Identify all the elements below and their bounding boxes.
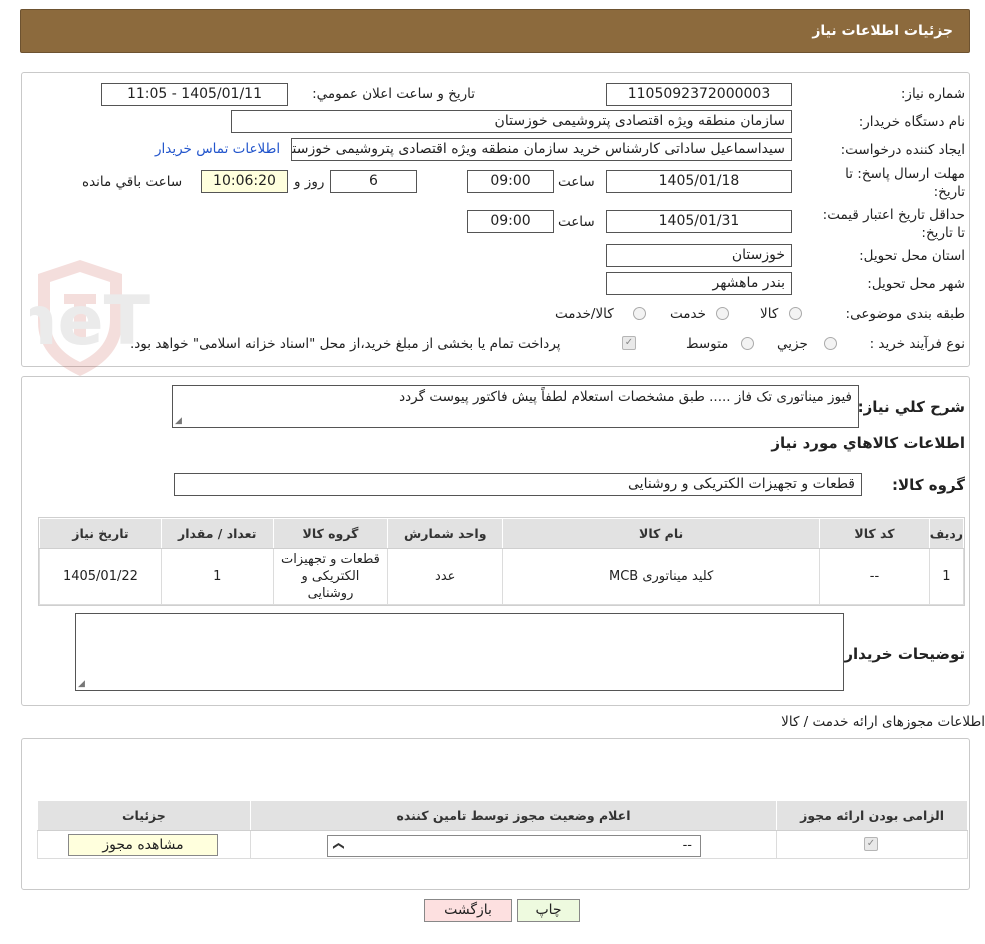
goods-info-title: اطلاعات كالاهاي مورد نياز — [771, 434, 965, 452]
view-permit-button[interactable]: مشاهده مجوز — [68, 834, 218, 856]
buyer-org-label: نام دستگاه خريدار: — [858, 114, 965, 130]
treasury-note: پرداخت تمام یا بخشی از مبلغ خرید،از محل … — [130, 336, 561, 352]
permit-status-value: -- — [682, 838, 692, 853]
process-medium-radio[interactable] — [741, 337, 754, 350]
description-textarea[interactable]: فیوز میناتوری تک فاز ..... طبق مشخصات اس… — [172, 385, 859, 428]
col-row: رديف — [928, 518, 965, 549]
permit-required-checkbox[interactable]: ✓ — [864, 837, 878, 851]
price-validity-label: حداقل تاریخ اعتبار قیمت: تا تاریخ: — [822, 207, 965, 241]
table-row: 1 -- کلید میناتوری MCB عدد قطعات و تجهیز… — [39, 548, 965, 605]
process-minor-radio[interactable] — [824, 337, 837, 350]
need-number-field[interactable]: 1105092372000003 — [606, 83, 792, 106]
page-header: جزئیات اطلاعات نیاز — [20, 9, 970, 53]
price-time-label: ساعت — [558, 214, 595, 230]
goods-group-field[interactable]: قطعات و تجهیزات الکتریکی و روشنایی — [174, 473, 862, 496]
cell-group: قطعات و تجهیزات الکتریکی و روشنایی — [272, 548, 389, 605]
province-field[interactable]: خوزستان — [606, 244, 792, 267]
col-group: گروه كالا — [272, 518, 389, 549]
buyer-org-field[interactable]: سازمان منطقه ویژه اقتصادی پتروشیمی خوزست… — [231, 110, 792, 133]
chevron-down-icon: ❯ — [332, 841, 346, 851]
process-medium-label: متوسط — [686, 336, 729, 352]
resize-grip-icon[interactable]: ◢ — [78, 679, 85, 689]
permit-status-select[interactable]: -- ❯ — [327, 835, 701, 857]
reply-time-label: ساعت — [558, 174, 595, 190]
category-goods-label: کالا — [760, 306, 779, 322]
announce-label: تاریخ و ساعت اعلان عمومي: — [312, 86, 475, 102]
city-field[interactable]: بندر ماهشهر — [606, 272, 792, 295]
province-label: استان محل تحويل: — [859, 248, 965, 264]
process-type-label: نوع فرآيند خريد : — [869, 336, 965, 352]
col-permit-status: اعلام وضعیت مجوز توسط تامین کننده — [249, 800, 778, 831]
permits-header-row: الزامی بودن ارائه مجوز اعلام وضعیت مجوز … — [37, 800, 968, 831]
days-remaining-field[interactable]: 6 — [330, 170, 417, 193]
goods-table-header-row: رديف كد كالا نام كالا واحد شمارش گروه كا… — [39, 518, 965, 549]
cell-name: کلید میناتوری MCB — [502, 548, 821, 605]
buyer-notes-textarea[interactable]: ◢ — [75, 613, 844, 691]
col-name: نام كالا — [502, 518, 821, 549]
creator-field[interactable]: سیداسماعیل ساداتی کارشناس خرید سازمان من… — [291, 138, 792, 161]
cell-row: 1 — [928, 548, 965, 605]
reply-date-field[interactable]: 1405/01/18 — [606, 170, 792, 193]
buyer-contact-link[interactable]: اطلاعات تماس خريدار — [155, 141, 280, 157]
description-text: فیوز میناتوری تک فاز ..... طبق مشخصات اس… — [399, 389, 852, 405]
buyer-notes-label: توضيحات خريدار: — [838, 645, 965, 663]
city-label: شهر محل تحويل: — [867, 276, 965, 292]
category-service-label: خدمت — [670, 306, 706, 322]
goods-group-label: گروه كالا: — [892, 476, 965, 494]
category-goods-radio[interactable] — [789, 307, 802, 320]
back-button[interactable]: بازگشت — [424, 899, 512, 922]
page-title: جزئیات اطلاعات نیاز — [812, 23, 953, 39]
col-need-date: تاريخ نياز — [39, 518, 162, 549]
price-validity-date-field[interactable]: 1405/01/31 — [606, 210, 792, 233]
treasury-checkbox[interactable]: ✓ — [622, 336, 636, 350]
process-minor-label: جزيي — [777, 336, 808, 352]
cell-unit: عدد — [387, 548, 504, 605]
cell-quantity: 1 — [160, 548, 274, 605]
reply-time-field[interactable]: 09:00 — [467, 170, 554, 193]
creator-label: ايجاد كننده درخواست: — [840, 142, 965, 158]
description-label: شرح كلي نياز: — [857, 398, 965, 416]
permits-title: اطلاعات مجوزهای ارائه خدمت / کالا — [781, 714, 985, 730]
col-permit-details: جزئیات — [37, 800, 251, 831]
cell-need-date: 1405/01/22 — [39, 548, 162, 605]
resize-grip-icon[interactable]: ◢ — [175, 416, 182, 426]
category-service-radio[interactable] — [716, 307, 729, 320]
category-goods-service-label: کالا/خدمت — [555, 306, 614, 322]
remaining-time-field[interactable]: 10:06:20 — [201, 170, 288, 193]
col-unit: واحد شمارش — [387, 518, 504, 549]
goods-table: رديف كد كالا نام كالا واحد شمارش گروه كا… — [39, 518, 965, 605]
col-code: كد كالا — [819, 518, 930, 549]
need-number-label: شماره نیاز: — [900, 86, 965, 102]
cell-code: -- — [819, 548, 930, 605]
reply-deadline-label: مهلت ارسال پاسخ: تا تاریخ: — [845, 166, 965, 200]
category-goods-service-radio[interactable] — [633, 307, 646, 320]
col-permit-required: الزامی بودن ارائه مجوز — [776, 800, 968, 831]
print-button[interactable]: چاپ — [517, 899, 580, 922]
price-validity-time-field[interactable]: 09:00 — [467, 210, 554, 233]
col-quantity: تعداد / مقدار — [160, 518, 274, 549]
remaining-time-label: ساعت باقي مانده — [82, 174, 183, 190]
category-label: طبقه بندی موضوعی: — [845, 306, 965, 322]
announce-datetime-field[interactable]: 1405/01/11 - 11:05 — [101, 83, 288, 106]
days-label: روز و — [294, 174, 325, 190]
